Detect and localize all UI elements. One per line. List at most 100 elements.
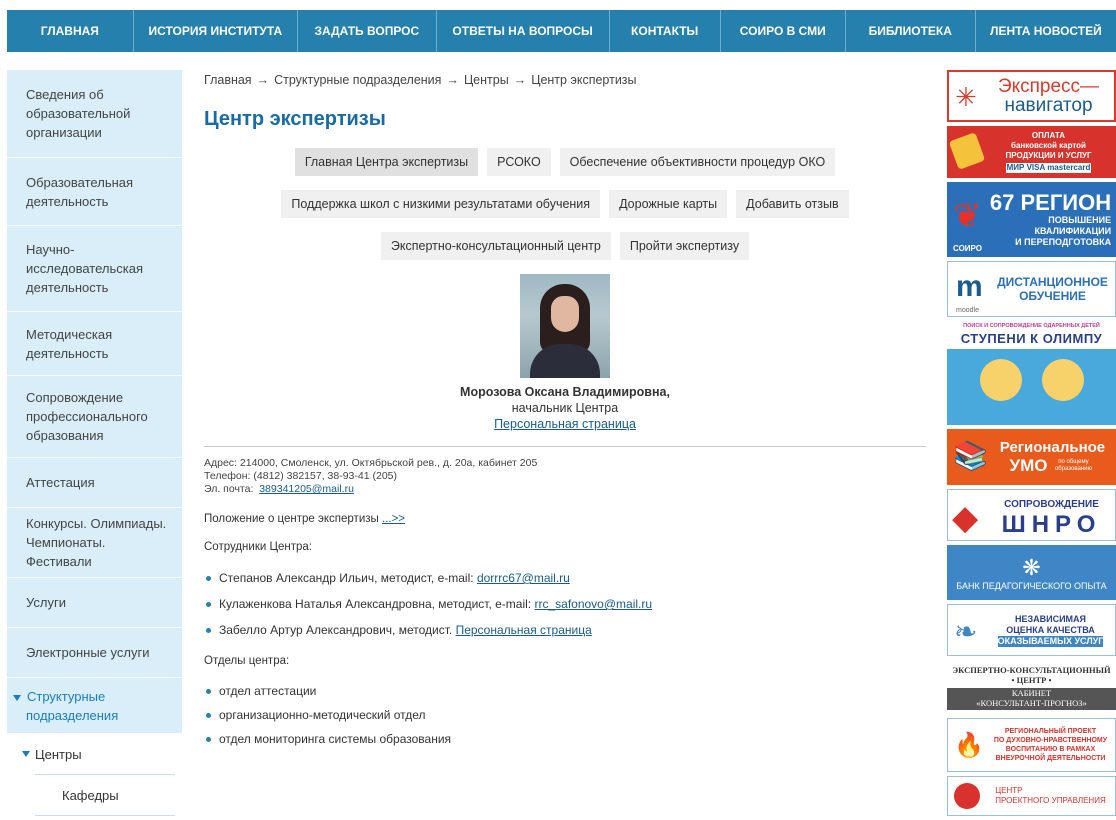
nav-contacts[interactable]: КОНТАКТЫ bbox=[610, 10, 721, 52]
banner-line: по общему образованию bbox=[1054, 459, 1092, 472]
sidebar-item-label: Методическая деятельность bbox=[26, 326, 113, 361]
sidebar-item-label: Образовательная деятельность bbox=[26, 174, 134, 209]
tab-consult-center[interactable]: Экспертно-консультационный центр bbox=[380, 232, 611, 260]
tab-objectivity[interactable]: Обеспечение объективности процедур ОКО bbox=[559, 148, 836, 176]
sidebar-sub-centers[interactable]: Центры bbox=[7, 734, 182, 774]
banner-shnro[interactable]: ◆ СОПРОВОЖДЕНИЕ ШНРО bbox=[947, 489, 1116, 541]
banner-line: Экспресс— bbox=[997, 76, 1100, 97]
book-icon: ❧ bbox=[954, 616, 978, 647]
sidebar-sub-departments[interactable]: Кафедры bbox=[7, 775, 182, 815]
sidebar-item-e-services[interactable]: Электронные услуги bbox=[7, 628, 182, 678]
chevron-down-icon bbox=[13, 694, 21, 701]
banner-line: ОПЛАТА bbox=[1031, 131, 1066, 140]
nav-news-feed[interactable]: ЛЕНТА НОВОСТЕЙ bbox=[976, 10, 1116, 52]
departments-heading: Отделы центра: bbox=[204, 655, 290, 667]
list-item: Кулаженкова Наталья Александровна, метод… bbox=[204, 591, 926, 617]
tab-row: Поддержка школ с низкими результатами об… bbox=[204, 190, 926, 218]
nav-library[interactable]: БИБЛИОТЕКА bbox=[846, 10, 976, 52]
banner-express-navigator[interactable]: ✳ Экспресс— навигатор bbox=[947, 70, 1116, 122]
sidebar-item-services[interactable]: Услуги bbox=[7, 578, 182, 628]
contact-phone: Телефон: (4812) 382157, 38-93-41 (205) bbox=[204, 470, 397, 482]
banner-olympiad[interactable]: ПОИСК И СОПРОВОЖДЕНИЕ ОДАРЕННЫХ ДЕТЕЙ СТ… bbox=[947, 321, 1116, 425]
banner-spiritual[interactable]: 🔥 РЕГИОНАЛЬНЫЙ ПРОЕКТ ПО ДУХОВНО-НРАВСТВ… bbox=[947, 718, 1116, 772]
tab-roadmaps[interactable]: Дорожные карты bbox=[609, 190, 728, 218]
photo-face bbox=[551, 296, 579, 332]
banner-pedagogical-bank[interactable]: ❋ БАНК ПЕДАГОГИЧЕСКОГО ОПЫТА bbox=[947, 545, 1116, 600]
banner-line: ОБУЧЕНИЕ bbox=[1019, 289, 1086, 303]
regulation-link[interactable]: ...>> bbox=[382, 513, 405, 525]
banner-line: ЦЕНТР bbox=[995, 786, 1023, 795]
contacts: Адрес: 214000, Смоленск, ул. Октябрьской… bbox=[204, 457, 926, 496]
sidebar-item-org-info[interactable]: Сведения об образовательной организации bbox=[7, 70, 182, 158]
banner-column: ✳ Экспресс— навигатор ОПЛАТА банковской … bbox=[947, 70, 1116, 820]
tab-row: Главная Центра экспертизы РСОКО Обеспече… bbox=[204, 148, 926, 176]
sidebar-item-label: Конкурсы. Олимпиады. Чемпионаты. Фестива… bbox=[26, 516, 167, 569]
arrows-icon: ◆ bbox=[952, 499, 979, 537]
banner-line: КВАЛИФИКАЦИИ bbox=[1034, 226, 1112, 236]
tab-expertise[interactable]: Пройти экспертизу bbox=[619, 232, 750, 260]
list-item: Степанов Александр Ильич, методист, e-ma… bbox=[204, 565, 926, 591]
sidebar-item-attestation[interactable]: Аттестация bbox=[7, 458, 182, 508]
banner-line: moodle bbox=[956, 307, 979, 314]
banner-art bbox=[979, 359, 1084, 401]
tab-rsoko[interactable]: РСОКО bbox=[487, 148, 551, 176]
nav-history[interactable]: ИСТОРИЯ ИНСТИТУТА bbox=[134, 10, 298, 52]
staff-heading: Сотрудники Центра: bbox=[204, 541, 312, 553]
breadcrumb-home[interactable]: Главная bbox=[204, 73, 252, 87]
sidebar-item-support[interactable]: Сопровождение профессионального образова… bbox=[7, 376, 182, 458]
banner-line: Региональное bbox=[999, 439, 1106, 456]
sidebar-sub-label: Кафедры bbox=[62, 787, 119, 803]
banner-project-center[interactable]: ЦЕНТР ПРОЕКТНОГО УПРАВЛЕНИЯ bbox=[947, 776, 1116, 816]
banner-text: ЦЕНТР ПРОЕКТНОГО УПРАВЛЕНИЯ bbox=[995, 786, 1105, 806]
person-page-link[interactable]: Персональная страница bbox=[494, 417, 636, 431]
banner-moodle[interactable]: m moodle ДИСТАНЦИОННОЕ ОБУЧЕНИЕ bbox=[947, 261, 1116, 317]
banner-line: МИР VISA mastercard bbox=[1005, 163, 1092, 173]
contact-email-label: Эл. почта: bbox=[204, 483, 254, 495]
breadcrumb-structure[interactable]: Структурные подразделения bbox=[274, 73, 441, 87]
main-content: Главная → Структурные подразделения → Це… bbox=[204, 70, 926, 751]
staff-page-link[interactable]: Персональная страница bbox=[456, 623, 592, 637]
list-item: организационно-методический отдел bbox=[204, 703, 926, 727]
banner-line: • ЦЕНТР • bbox=[1011, 674, 1052, 685]
banner-quality[interactable]: ❧ НЕЗАВИСИМАЯ ОЦЕНКА КАЧЕСТВА ОКАЗЫВАЕМЫ… bbox=[947, 604, 1116, 656]
breadcrumb-centers[interactable]: Центры bbox=[464, 73, 509, 87]
staff-email-link[interactable]: dorrrc67@mail.ru bbox=[477, 571, 570, 585]
sidebar-item-research[interactable]: Научно-исследовательская деятельность bbox=[7, 226, 182, 312]
sidebar-item-label: Аттестация bbox=[26, 475, 95, 490]
nav-answers[interactable]: ОТВЕТЫ НА ВОПРОСЫ bbox=[437, 10, 610, 52]
banner-line: СОИРО bbox=[953, 244, 983, 253]
sidebar-item-structure[interactable]: Структурные подразделения bbox=[7, 678, 182, 734]
banner-line: НЕЗАВИСИМАЯ bbox=[1014, 613, 1087, 624]
staff-text: Забелло Артур Александрович, методист. bbox=[219, 623, 453, 637]
flame-icon: 🔥 bbox=[954, 732, 984, 759]
contact-email-row: Эл. почта: 389341205@mail.ru bbox=[204, 483, 926, 496]
banner-regional-umo[interactable]: 📚 Региональное УМО по общему образованию bbox=[947, 429, 1116, 485]
banner-consult-center[interactable]: ЭКСПЕРТНО-КОНСУЛЬТАЦИОННЫЙ • ЦЕНТР • КАБ… bbox=[947, 660, 1116, 714]
breadcrumb: Главная → Структурные подразделения → Це… bbox=[204, 70, 926, 90]
child-face-icon bbox=[979, 359, 1022, 401]
banner-line: ВНЕУРОЧНОЙ ДЕЯТЕЛЬНОСТИ bbox=[995, 755, 1106, 762]
banner-line: ПО ДУХОВНО-НРАВСТВЕННОМУ bbox=[993, 737, 1108, 744]
sidebar-item-methodical[interactable]: Методическая деятельность bbox=[7, 312, 182, 376]
photo-body bbox=[530, 344, 600, 378]
staff-text: Степанов Александр Ильич, методист, e-ma… bbox=[219, 571, 474, 585]
sidebar-item-text: Структурные подразделения bbox=[26, 688, 119, 723]
tab-school-support[interactable]: Поддержка школ с низкими результатами об… bbox=[281, 190, 601, 218]
tree-icon: ❋ bbox=[1022, 554, 1041, 580]
staff-email-link[interactable]: rrc_safonovo@mail.ru bbox=[534, 597, 652, 611]
banner-line: ШНРО bbox=[1001, 511, 1102, 538]
sidebar-item-contests[interactable]: Конкурсы. Олимпиады. Чемпионаты. Фестива… bbox=[7, 508, 182, 578]
tab-add-review[interactable]: Добавить отзыв bbox=[736, 190, 849, 218]
nav-media[interactable]: СОИРО В СМИ bbox=[721, 10, 846, 52]
nav-ask-question[interactable]: ЗАДАТЬ ВОПРОС bbox=[298, 10, 437, 52]
banner-67-region[interactable]: ❦ СОИРО 67 РЕГИОН ПОВЫШЕНИЕ КВАЛИФИКАЦИИ… bbox=[947, 182, 1116, 257]
tab-main[interactable]: Главная Центра экспертизы bbox=[294, 148, 479, 176]
banner-line: РЕГИОНАЛЬНЫЙ ПРОЕКТ bbox=[1004, 728, 1097, 735]
banner-card-payment[interactable]: ОПЛАТА банковской картой ПРОДУКЦИИ И УСЛ… bbox=[947, 126, 1116, 178]
nav-home[interactable]: ГЛАВНАЯ bbox=[7, 10, 134, 52]
banner-line: ДИСТАНЦИОННОЕ bbox=[997, 275, 1108, 289]
contact-email-link[interactable]: 389341205@mail.ru bbox=[259, 483, 354, 495]
banner-line: ОЦЕНКА КАЧЕСТВА bbox=[1006, 624, 1095, 635]
banner-line: ОКАЗЫВАЕМЫХ УСЛУГ bbox=[997, 635, 1104, 647]
sidebar-item-education[interactable]: Образовательная деятельность bbox=[7, 158, 182, 226]
